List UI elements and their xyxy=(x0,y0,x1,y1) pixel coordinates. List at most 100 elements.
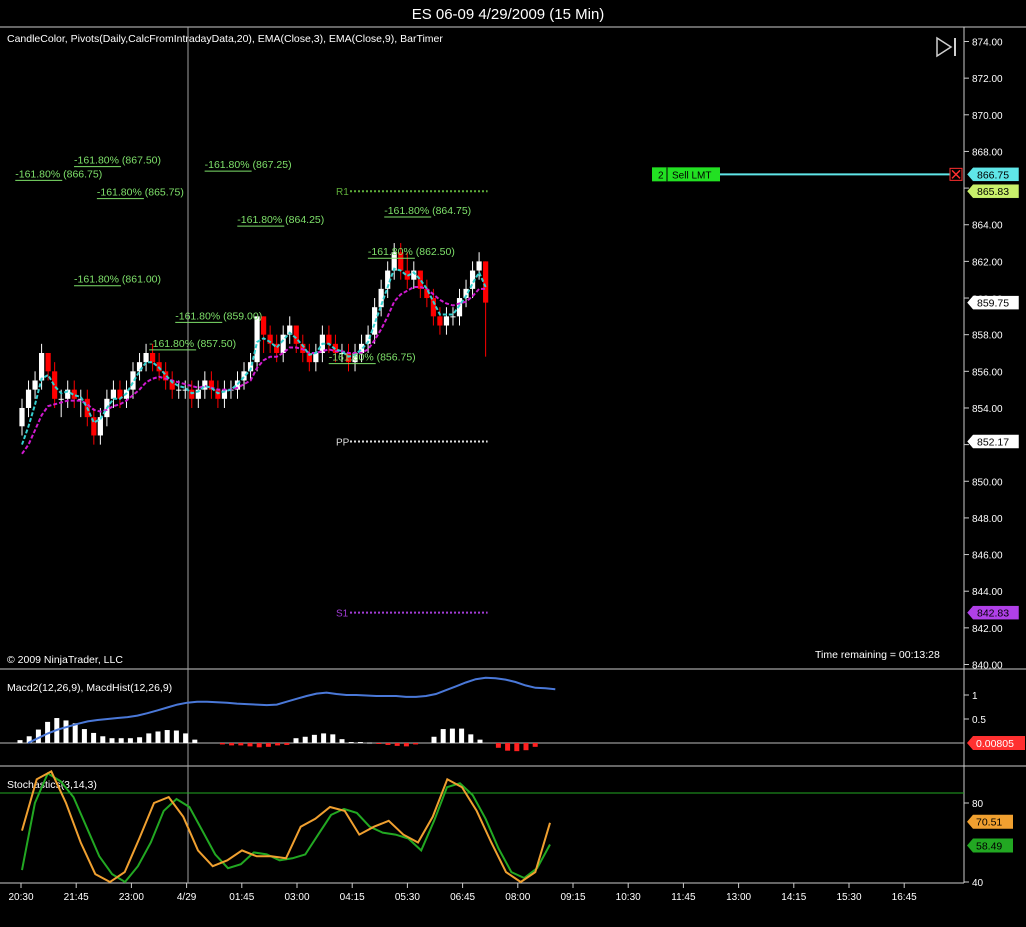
time-axis-label: 01:45 xyxy=(229,892,254,903)
macd-hist-bar xyxy=(293,738,299,743)
fib-label: -161.80% (856.75) xyxy=(329,352,416,364)
macd-hist-bar xyxy=(477,739,483,743)
sell-limit-order[interactable]: 2 Sell LMT xyxy=(652,167,963,182)
macd-hist-bar xyxy=(284,743,290,745)
macd-hist-bar xyxy=(440,729,446,743)
candle-body xyxy=(313,353,319,363)
macd-hist-bar xyxy=(247,743,253,747)
macd-hist-bar xyxy=(63,720,69,743)
price-marker-label: 865.83 xyxy=(977,186,1009,198)
macd-hist-bar xyxy=(468,734,474,743)
price-marker-label: 842.83 xyxy=(977,608,1009,620)
candle-body xyxy=(97,417,103,436)
macd-panel: Macd2(12,26,9), MacdHist(12,26,9) 1 0.5 0.0… xyxy=(0,676,1025,752)
price-axis-label: 840.00 xyxy=(972,661,1003,672)
time-axis-label: 08:00 xyxy=(505,892,530,903)
macd-hist-bar xyxy=(72,723,78,743)
time-axis-label: 4/29 xyxy=(177,892,197,903)
macd-hist-bar xyxy=(348,742,354,744)
price-marker-label: 859.75 xyxy=(977,298,1009,310)
fib-label: -161.80% (861.00) xyxy=(74,274,161,286)
time-axis-label: 16:45 xyxy=(892,892,917,903)
candle-body xyxy=(45,353,51,372)
macd-hist-bar xyxy=(256,743,262,748)
close-order-icon[interactable] xyxy=(949,167,963,181)
candle-body xyxy=(476,261,482,271)
stoch-axis-label: 80 xyxy=(972,799,984,810)
macd-hist-bar xyxy=(137,737,143,743)
price-axis-label: 858.00 xyxy=(972,331,1003,342)
price-axis-label: 844.00 xyxy=(972,587,1003,598)
macd-hist-bar xyxy=(505,743,511,751)
price-axis-label: 870.00 xyxy=(972,111,1003,122)
candle-body xyxy=(254,316,260,363)
macd-hist-bar xyxy=(302,736,308,743)
macd-hist-bar xyxy=(17,740,23,743)
macd-title: Macd2(12,26,9), MacdHist(12,26,9) xyxy=(7,682,172,694)
candle-body xyxy=(483,261,489,303)
macd-hist-bar xyxy=(81,729,87,743)
macd-axis-label: 1 xyxy=(972,691,978,702)
macd-hist-bar xyxy=(91,732,97,743)
copyright-label: © 2009 NinjaTrader, LLC xyxy=(7,654,123,666)
price-axis-label: 862.00 xyxy=(972,257,1003,268)
playback-icon[interactable] xyxy=(936,36,956,58)
price-axis-label: 848.00 xyxy=(972,514,1003,525)
macd-hist-bar xyxy=(238,743,244,746)
indicators-label: CandleColor, Pivots(Daily,CalcFromIntrad… xyxy=(7,33,443,45)
time-axis-label: 04:15 xyxy=(340,892,365,903)
chart-canvas: ES 06-09 4/29/2009 (15 Min) CandleColor,… xyxy=(0,6,1026,903)
macd-axis-label: 0.5 xyxy=(972,715,986,726)
macd-hist-bar xyxy=(109,738,115,743)
price-axis-label: 864.00 xyxy=(972,221,1003,232)
macd-hist-bar xyxy=(357,742,363,744)
time-axis-label: 21:45 xyxy=(64,892,89,903)
price-axis-label: 856.00 xyxy=(972,367,1003,378)
fib-label: -161.80% (862.50) xyxy=(368,246,455,258)
macd-hist-bar xyxy=(403,743,409,747)
time-axis-label: 23:00 xyxy=(119,892,144,903)
candle-body xyxy=(143,353,149,363)
candle-body xyxy=(58,398,64,400)
macd-hist-bar xyxy=(431,736,437,743)
stoch-line-k xyxy=(21,770,551,884)
time-axis-label: 11:45 xyxy=(671,892,696,903)
fib-label: -161.80% (864.75) xyxy=(384,205,471,217)
macd-hist-bar xyxy=(183,733,189,743)
time-axis: 20:30 21:45 23:00 4/29 01:45 03:00 04:15 05:30 0… xyxy=(8,883,917,903)
macd-hist-bar xyxy=(385,743,391,745)
candle-body xyxy=(437,316,443,326)
fib-label: -161.80% (864.25) xyxy=(237,214,324,226)
time-axis-label: 20:30 xyxy=(8,892,33,903)
stochastics-panel: Stochastics(3,14,3) 80 40 58.49 70.51 xyxy=(0,770,1013,889)
macd-hist-bar xyxy=(118,738,124,743)
macd-hist-bar xyxy=(192,739,198,743)
price-axis-label: 868.00 xyxy=(972,147,1003,158)
time-axis-label: 03:00 xyxy=(284,892,309,903)
macd-hist-bar xyxy=(394,743,400,746)
macd-hist-bar xyxy=(146,733,152,743)
candle-body xyxy=(326,334,332,344)
time-axis-label: 10:30 xyxy=(616,892,641,903)
macd-hist-bar xyxy=(523,743,529,751)
macd-hist-bar xyxy=(339,739,345,743)
price-marker-label: 852.17 xyxy=(977,437,1009,449)
macd-hist-bar xyxy=(173,730,179,743)
macd-hist-bar xyxy=(514,743,520,752)
macd-hist-bar xyxy=(330,734,336,743)
candle-body xyxy=(25,389,32,408)
macd-hist-bar xyxy=(219,743,225,745)
candle-body xyxy=(450,316,456,318)
pivot-label-r1: R1 xyxy=(336,187,349,198)
candle-body xyxy=(150,353,156,363)
macd-hist-bar xyxy=(265,743,271,747)
stochastics-title: Stochastics(3,14,3) xyxy=(7,779,97,791)
macd-hist-bar xyxy=(495,743,501,748)
price-axis-label: 874.00 xyxy=(972,38,1003,49)
order-qty: 2 xyxy=(658,170,664,181)
candle-body xyxy=(52,371,58,399)
macd-hist-bar xyxy=(367,742,373,744)
chart-title: ES 06-09 4/29/2009 (15 Min) xyxy=(412,6,605,23)
candle-body xyxy=(19,407,25,427)
price-axis-label: 854.00 xyxy=(972,404,1003,415)
